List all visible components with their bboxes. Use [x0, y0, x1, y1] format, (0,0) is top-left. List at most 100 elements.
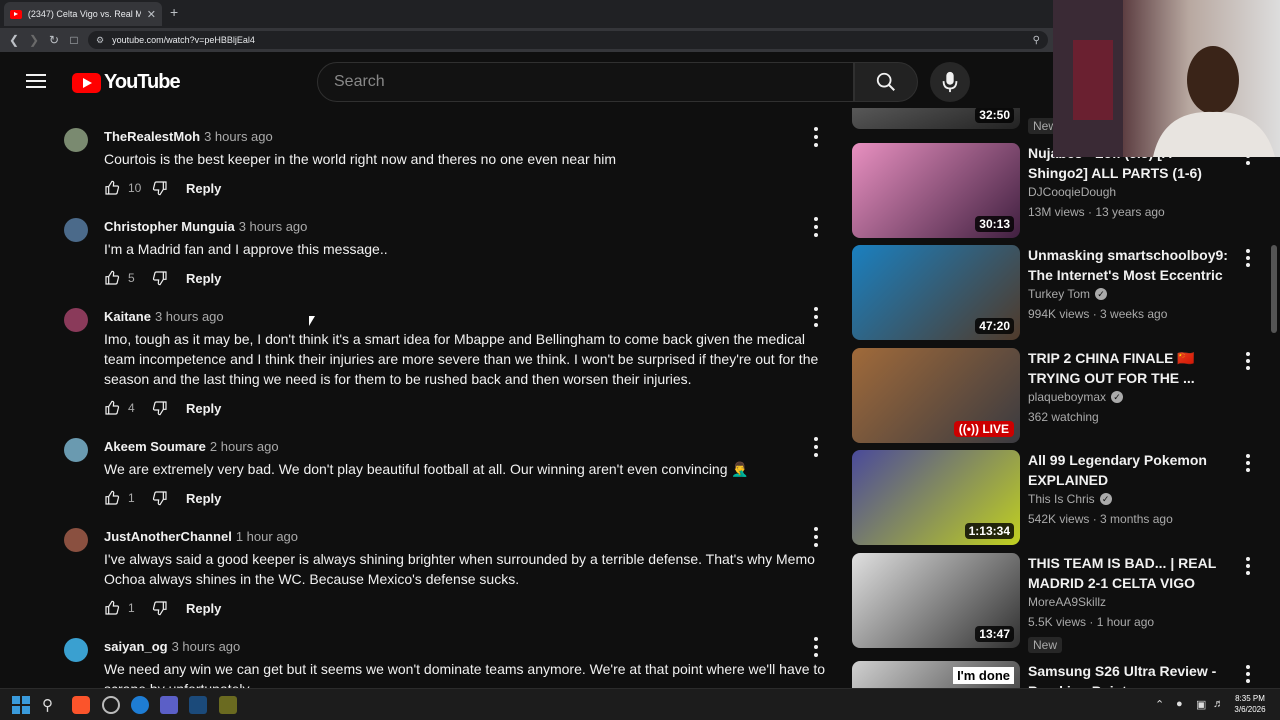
channel-name[interactable]: plaqueboymax	[1028, 390, 1106, 404]
youtube-logo[interactable]: YouTube	[72, 71, 181, 94]
zoom-icon[interactable]: ⚲	[1033, 35, 1040, 46]
channel-name[interactable]: Turkey Tom	[1028, 287, 1090, 301]
network-icon[interactable]: ▣	[1196, 698, 1206, 711]
settings-gear-icon[interactable]	[102, 696, 120, 714]
browser-tab[interactable]: (2347) Celta Vigo vs. Real Madrid ✕	[4, 2, 162, 26]
video-menu-icon[interactable]	[1244, 352, 1252, 370]
streamer-silhouette	[1053, 0, 1275, 157]
avatar[interactable]	[64, 638, 88, 662]
video-thumbnail[interactable]: 1:13:34	[852, 450, 1020, 545]
reply-button[interactable]: Reply	[186, 271, 221, 286]
volume-icon[interactable]: ♬	[1213, 698, 1224, 710]
thumbs-down-icon[interactable]	[152, 180, 168, 196]
forward-arrow-icon[interactable]: ❯	[24, 33, 44, 47]
thumbs-down-icon[interactable]	[152, 490, 168, 506]
comment-text: We need any win we can get but it seems …	[104, 661, 826, 688]
reload-icon[interactable]: ↻	[44, 33, 64, 47]
menu-icon[interactable]	[26, 74, 46, 88]
channel-name[interactable]: DJCooqieDough	[1028, 185, 1116, 199]
comment-author[interactable]: TheRealestMoh	[104, 129, 200, 144]
reply-button[interactable]: Reply	[186, 491, 221, 506]
microphone-tray-icon[interactable]: ●	[1176, 698, 1183, 710]
live-badge: ((•)) LIVE	[953, 421, 1014, 437]
comment-time[interactable]: 1 hour ago	[236, 529, 298, 544]
steam-icon[interactable]	[189, 696, 207, 714]
channel-name[interactable]: MoreAA9Skillz	[1028, 595, 1106, 609]
voice-search-button[interactable]	[930, 62, 970, 102]
thumbs-down-icon[interactable]	[152, 400, 168, 416]
thumbs-up-icon[interactable]	[104, 600, 120, 616]
video-title[interactable]: All 99 Legendary Pokemon EXPLAINED	[1028, 450, 1228, 490]
comment-time[interactable]: 3 hours ago	[239, 219, 308, 234]
tray-overflow-icon[interactable]: ⌃	[1155, 698, 1164, 711]
video-thumbnail[interactable]: I'm done	[852, 661, 1020, 688]
close-tab-icon[interactable]: ✕	[147, 8, 156, 21]
thumbs-up-icon[interactable]	[104, 490, 120, 506]
comment-menu-icon[interactable]	[812, 437, 820, 457]
video-thumbnail[interactable]: 30:13	[852, 143, 1020, 238]
site-info-icon[interactable]: ⚙	[96, 35, 104, 46]
comment-author[interactable]: Christopher Munguia	[104, 219, 235, 234]
reply-button[interactable]: Reply	[186, 181, 221, 196]
youtube-favicon-icon	[10, 9, 22, 19]
thumbs-down-icon[interactable]	[152, 270, 168, 286]
thumbs-up-icon[interactable]	[104, 400, 120, 416]
thumbnail-text: I'm done	[953, 667, 1014, 684]
video-thumbnail[interactable]: 32:50	[852, 108, 1020, 129]
search-input[interactable]: Search	[317, 62, 854, 102]
comment-author[interactable]: Akeem Soumare	[104, 439, 206, 454]
teams-icon[interactable]	[160, 696, 178, 714]
new-tab-button[interactable]: +	[170, 4, 178, 20]
comment-menu-icon[interactable]	[812, 527, 820, 547]
back-arrow-icon[interactable]: ❮	[4, 33, 24, 47]
tab-title: (2347) Celta Vigo vs. Real Madrid	[27, 9, 141, 19]
video-menu-icon[interactable]	[1244, 454, 1252, 472]
video-title[interactable]: TRIP 2 CHINA FINALE 🇨🇳 TRYING OUT FOR TH…	[1028, 348, 1228, 388]
taskbar-search-icon[interactable]: ⚲	[42, 696, 60, 714]
comment-menu-icon[interactable]	[812, 307, 820, 327]
like-count: 5	[128, 271, 135, 285]
video-thumbnail[interactable]: 13:47	[852, 553, 1020, 648]
edge-browser-icon[interactable]	[131, 696, 149, 714]
video-menu-icon[interactable]	[1244, 557, 1252, 575]
start-menu-icon[interactable]	[12, 696, 30, 714]
comment-author[interactable]: JustAnotherChannel	[104, 529, 232, 544]
comment-menu-icon[interactable]	[812, 127, 820, 147]
comment-text: I've always said a good keeper is always…	[104, 551, 815, 587]
video-duration: 47:20	[975, 318, 1014, 334]
page-scrollbar[interactable]	[1271, 245, 1277, 333]
channel-name[interactable]: This Is Chris	[1028, 492, 1095, 506]
comment-time[interactable]: 2 hours ago	[210, 439, 279, 454]
thumbs-up-icon[interactable]	[104, 180, 120, 196]
comment-menu-icon[interactable]	[812, 217, 820, 237]
thumbs-up-icon[interactable]	[104, 270, 120, 286]
comment-text: Imo, tough as it may be, I don't think i…	[104, 331, 819, 387]
avatar[interactable]	[64, 128, 88, 152]
search-button[interactable]	[854, 62, 918, 102]
capture-app-icon[interactable]	[219, 696, 237, 714]
avatar[interactable]	[64, 528, 88, 552]
avatar[interactable]	[64, 308, 88, 332]
video-thumbnail[interactable]: ((•)) LIVE	[852, 348, 1020, 443]
comment-time[interactable]: 3 hours ago	[155, 309, 224, 324]
avatar[interactable]	[64, 218, 88, 242]
video-title[interactable]: Unmasking smartschoolboy9: The Internet'…	[1028, 245, 1228, 285]
video-title[interactable]: THIS TEAM IS BAD... | REAL MADRID 2-1 CE…	[1028, 553, 1228, 593]
comment-time[interactable]: 3 hours ago	[204, 129, 273, 144]
brave-browser-icon[interactable]	[72, 696, 90, 714]
avatar[interactable]	[64, 438, 88, 462]
video-menu-icon[interactable]	[1244, 249, 1252, 267]
reply-button[interactable]: Reply	[186, 601, 221, 616]
video-thumbnail[interactable]: 47:20	[852, 245, 1020, 340]
reply-button[interactable]: Reply	[186, 401, 221, 416]
bookmark-icon[interactable]: □	[64, 33, 84, 47]
url-field[interactable]: ⚙ youtube.com/watch?v=peHBBljEal4 ⚲	[88, 31, 1048, 49]
comment-menu-icon[interactable]	[812, 637, 820, 657]
video-menu-icon[interactable]	[1244, 665, 1252, 683]
comment-author[interactable]: saiyan_og	[104, 639, 168, 654]
taskbar-clock[interactable]: 8:35 PM 3/6/2026	[1228, 693, 1272, 715]
thumbs-down-icon[interactable]	[152, 600, 168, 616]
comment-author[interactable]: Kaitane	[104, 309, 151, 324]
video-title[interactable]: Samsung S26 Ultra Review - Breaking Poin…	[1028, 661, 1228, 688]
comment-time[interactable]: 3 hours ago	[172, 639, 241, 654]
